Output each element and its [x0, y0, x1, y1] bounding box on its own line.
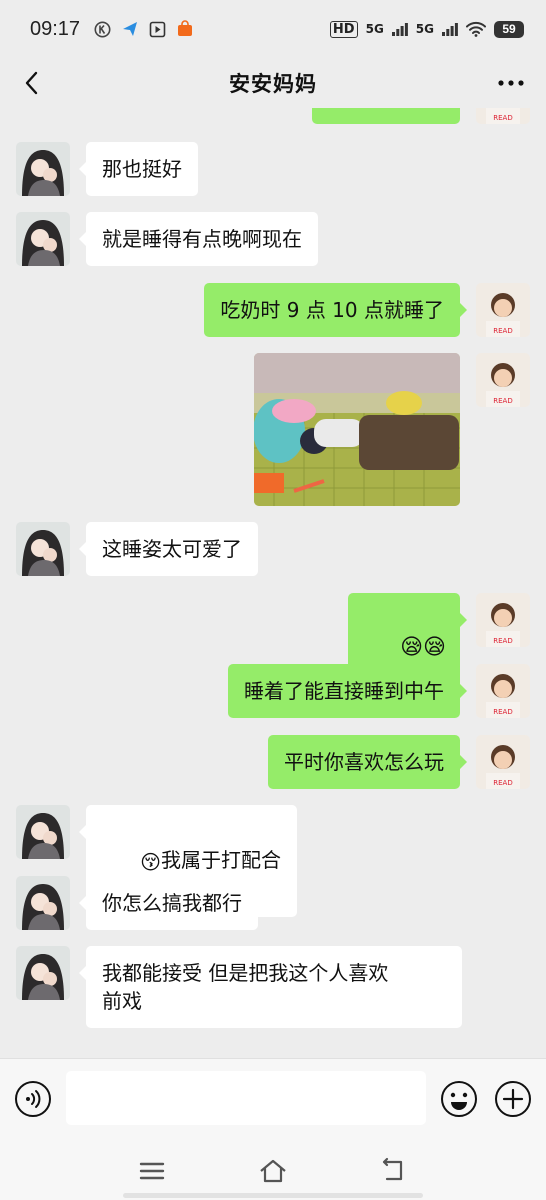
- message-row-cutoff: READ: [0, 108, 546, 124]
- avatar-contact[interactable]: [16, 946, 70, 1000]
- message-bubble-sent: 睡着了能直接睡到中午: [228, 664, 467, 718]
- message-bubble-received: 你怎么搞我都行: [79, 876, 258, 930]
- svg-text:READ: READ: [493, 637, 512, 645]
- avatar-self[interactable]: READ: [476, 353, 530, 407]
- message-bubble-received: 那也挺好: [79, 142, 198, 196]
- paper-plane-icon: [121, 20, 139, 38]
- message-row: 平时你喜欢怎么玩 READ: [0, 735, 546, 791]
- svg-text:READ: READ: [493, 327, 512, 335]
- message-row: 睡着了能直接睡到中午 READ: [0, 664, 546, 720]
- network-label-5g-1: 5G: [365, 22, 384, 36]
- sleepy-face-emoji: 😪😪: [400, 634, 446, 660]
- home-icon[interactable]: [258, 1156, 288, 1186]
- chat-header: 安安妈妈: [0, 58, 546, 108]
- message-bubble-sent: 平时你喜欢怎么玩: [268, 735, 467, 789]
- status-bar: 09:17 HD 5G 5G 59: [0, 0, 546, 58]
- message-row: 那也挺好: [0, 142, 546, 198]
- message-row: 吃奶时 9 点 10 点就睡了 READ: [0, 283, 546, 339]
- message-bubble-cutoff: [312, 108, 460, 124]
- avatar-self[interactable]: READ: [476, 593, 530, 647]
- signal-icon: [391, 22, 408, 36]
- status-time: 09:17: [30, 17, 81, 40]
- message-bubble-received: 就是睡得有点晚啊现在: [79, 212, 318, 266]
- svg-text:READ: READ: [493, 397, 512, 405]
- message-row: 😚我属于打配合: [0, 805, 546, 917]
- message-row: READ: [0, 353, 546, 509]
- return-icon[interactable]: [379, 1156, 409, 1186]
- voice-icon[interactable]: [14, 1080, 52, 1118]
- signal-icon: [442, 22, 458, 36]
- avatar-self[interactable]: READ: [476, 735, 530, 789]
- network-label-5g-2: 5G: [415, 22, 434, 36]
- message-row: 我都能接受 但是把我这个人喜欢 前戏: [0, 946, 546, 1030]
- chat-messages[interactable]: READ 那也挺好 就是睡得有点晚啊现在 吃奶时 9 点 10 点就睡了 REA…: [0, 108, 546, 1058]
- avatar-contact[interactable]: [16, 876, 70, 930]
- shopping-bag-icon: [176, 20, 194, 38]
- smiley-icon[interactable]: [440, 1080, 478, 1118]
- plus-circle-icon[interactable]: [494, 1080, 532, 1118]
- network-label-hd: HD: [329, 20, 358, 38]
- more-dots-icon[interactable]: [496, 70, 526, 96]
- home-indicator: [123, 1193, 423, 1198]
- message-row: 就是睡得有点晚啊现在: [0, 212, 546, 268]
- message-row: 这睡姿太可爱了: [0, 522, 546, 578]
- message-row: 😪😪 READ: [0, 593, 546, 701]
- avatar-contact[interactable]: [16, 522, 70, 576]
- message-text: 我属于打配合: [161, 848, 282, 872]
- avatar-self[interactable]: READ: [476, 108, 530, 124]
- message-row: 你怎么搞我都行: [0, 876, 546, 932]
- chevron-left-icon[interactable]: [18, 68, 48, 98]
- svg-text:READ: READ: [493, 114, 512, 122]
- play-box-icon: [149, 21, 166, 38]
- svg-text:READ: READ: [493, 779, 512, 787]
- wifi-icon: [466, 21, 486, 37]
- battery-indicator: 59: [494, 20, 524, 38]
- message-bubble-received: 这睡姿太可爱了: [79, 522, 258, 576]
- avatar-contact[interactable]: [16, 212, 70, 266]
- message-bubble-received: 我都能接受 但是把我这个人喜欢 前戏: [79, 946, 462, 1028]
- avatar-contact[interactable]: [16, 142, 70, 196]
- input-bar: [0, 1058, 546, 1142]
- menu-lines-icon[interactable]: [137, 1156, 167, 1186]
- kissing-face-emoji: 😚: [140, 849, 162, 874]
- k-circle-icon: [94, 21, 111, 38]
- message-bubble-sent: 吃奶时 9 点 10 点就睡了: [204, 283, 467, 337]
- avatar-self[interactable]: READ: [476, 664, 530, 718]
- avatar-self[interactable]: READ: [476, 283, 530, 337]
- message-input[interactable]: [66, 1071, 426, 1125]
- system-navigation-bar: [0, 1142, 546, 1200]
- avatar-contact[interactable]: [16, 805, 70, 859]
- svg-text:READ: READ: [493, 708, 512, 716]
- chat-title: 安安妈妈: [229, 72, 317, 96]
- sleeping-child-photo[interactable]: [254, 353, 460, 506]
